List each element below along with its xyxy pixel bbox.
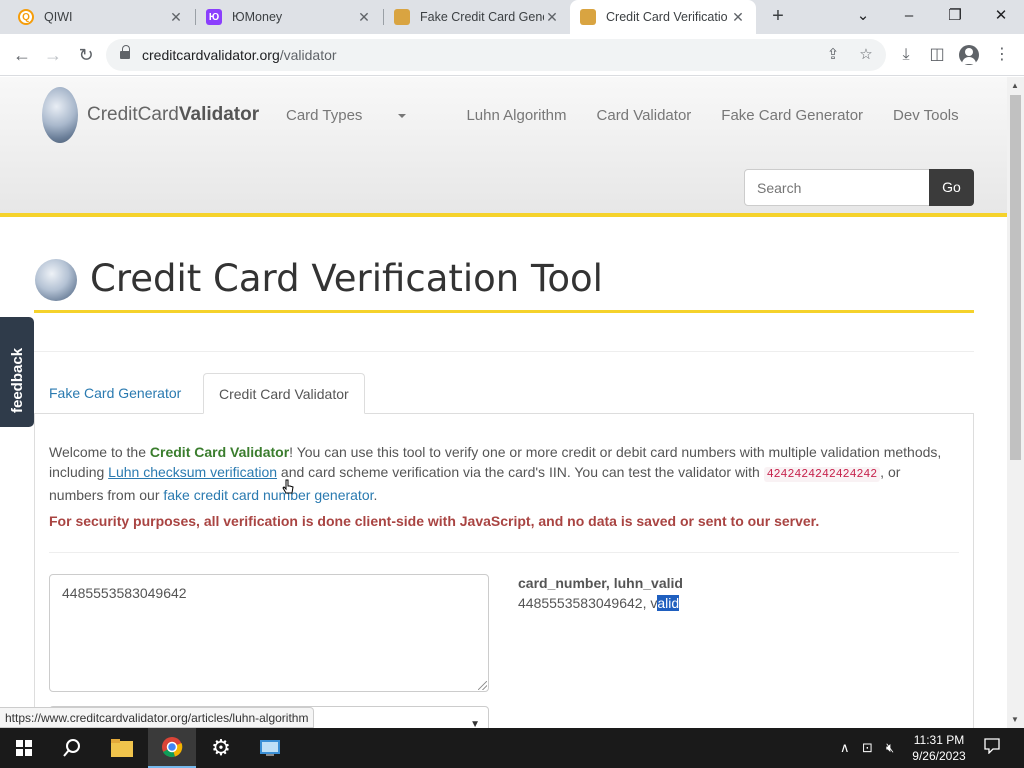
site-logo[interactable]: CreditCardValidator <box>87 104 259 126</box>
search-icon[interactable] <box>48 728 96 768</box>
more-menu-icon[interactable]: ⋮ <box>992 45 1012 65</box>
globe-logo-icon[interactable] <box>42 87 78 143</box>
restore-button[interactable]: ❐ <box>932 0 978 34</box>
tab-fake-card-generator[interactable]: Fake Card Generator <box>34 373 196 414</box>
tab-qiwi[interactable]: Q QIWI ✕ <box>8 0 194 34</box>
browser-tab-strip: Q QIWI ✕ Ю ЮMoney ✕ Fake Credit Card Gen… <box>0 0 1024 34</box>
minimize-button[interactable]: – <box>886 0 932 34</box>
intro-bold-name: Credit Card Validator <box>149 444 290 460</box>
file-explorer-icon[interactable] <box>98 728 146 768</box>
site-header: CreditCardValidator Card Types Luhn Algo… <box>0 77 1007 217</box>
card-favicon-icon <box>580 9 596 25</box>
web-page: CreditCardValidator Card Types Luhn Algo… <box>0 77 1007 728</box>
browser-toolbar: ← → ↻ creditcardvalidator.org/validator … <box>0 34 1024 76</box>
site-search-input[interactable] <box>744 169 930 206</box>
chrome-taskbar-icon[interactable] <box>148 728 196 768</box>
nav-luhn-algorithm[interactable]: Luhn Algorithm <box>466 107 566 124</box>
security-notice: For security purposes, all verification … <box>49 513 820 529</box>
close-tab-icon[interactable]: ✕ <box>544 9 560 26</box>
scroll-up-arrow-icon[interactable]: ▲ <box>1011 81 1019 90</box>
tab-title: QIWI <box>44 10 73 24</box>
share-icon[interactable]: ⇪ <box>824 46 842 64</box>
caret-down-icon <box>398 114 407 119</box>
search-go-button[interactable]: Go <box>929 169 974 206</box>
tab-title: ЮMoney <box>232 10 283 24</box>
page-scrollbar[interactable]: ▲ ▼ <box>1007 77 1024 728</box>
back-arrow-icon[interactable]: ← <box>9 42 35 68</box>
tab-title: Fake Credit Card Gene <box>420 10 544 24</box>
notification-icon[interactable] <box>984 738 1000 757</box>
divider <box>49 552 959 553</box>
resize-handle-icon[interactable] <box>478 681 487 690</box>
status-bar-url: https://www.creditcardvalidator.org/arti… <box>0 707 315 728</box>
bookmark-star-icon[interactable]: ☆ <box>857 46 875 64</box>
result-row[interactable]: 4485553583049642, valid <box>518 595 680 611</box>
start-button[interactable] <box>0 728 48 768</box>
close-window-button[interactable]: ✕ <box>978 0 1024 34</box>
hand-cursor-icon <box>282 479 294 494</box>
forward-arrow-icon[interactable]: → <box>40 42 66 68</box>
system-clock[interactable]: 11:31 PM 9/26/2023 <box>908 732 970 764</box>
windows-taskbar: ⚙ ∧ ⊡ 🔇︎ 11:31 PM 9/26/2023 <box>0 728 1024 768</box>
lock-icon <box>120 45 130 60</box>
network-icon[interactable]: ⊡ <box>862 740 873 756</box>
card-favicon-icon <box>394 9 410 25</box>
card-numbers-textarea[interactable]: 4485553583049642 <box>49 574 489 692</box>
title-underline <box>34 310 974 313</box>
download-icon[interactable]: ⤓ <box>896 45 916 65</box>
scroll-down-arrow-icon[interactable]: ▼ <box>1011 715 1019 724</box>
test-card-number: 4242424242424242 <box>763 467 881 482</box>
feedback-button[interactable]: feedback <box>0 317 34 427</box>
close-tab-icon[interactable]: ✕ <box>730 9 746 26</box>
address-bar[interactable]: creditcardvalidator.org/validator ⇪ ☆ <box>106 39 886 71</box>
nav-card-types[interactable]: Card Types <box>286 107 436 124</box>
chevron-up-icon[interactable]: ∧ <box>840 740 850 756</box>
windows-logo-icon <box>16 740 32 756</box>
globe-title-icon <box>35 259 77 301</box>
tab-credit-card-verification[interactable]: Credit Card Verificatio ✕ <box>570 0 756 34</box>
tab-fake-card-generator[interactable]: Fake Credit Card Gene ✕ <box>384 0 570 34</box>
profile-avatar-icon[interactable] <box>959 45 979 65</box>
qiwi-favicon-icon: Q <box>18 9 34 25</box>
new-tab-button[interactable]: + <box>766 4 790 28</box>
selected-text: alid <box>657 595 680 611</box>
control-panel-icon[interactable] <box>246 728 294 768</box>
chevron-down-icon: ▼ <box>470 719 480 728</box>
intro-paragraph: Welcome to the Credit Card Validator! Yo… <box>49 444 942 503</box>
main-nav: Card Types Luhn Algorithm Card Validator… <box>286 107 989 124</box>
close-tab-icon[interactable]: ✕ <box>168 9 184 26</box>
close-tab-icon[interactable]: ✕ <box>356 9 372 26</box>
settings-gear-icon[interactable]: ⚙ <box>197 728 245 768</box>
tab-title: Credit Card Verificatio <box>606 10 728 24</box>
nav-card-validator[interactable]: Card Validator <box>597 107 692 124</box>
scrollbar-thumb[interactable] <box>1010 95 1021 460</box>
fake-generator-link[interactable]: fake credit card number generator <box>163 487 373 503</box>
luhn-checksum-link[interactable]: Luhn checksum verification <box>108 464 277 480</box>
side-panel-icon[interactable]: ◫ <box>927 45 947 65</box>
reload-icon[interactable]: ↻ <box>73 42 99 68</box>
page-title: Credit Card Verification Tool <box>90 257 603 300</box>
volume-muted-icon[interactable]: 🔇︎ <box>886 740 894 756</box>
tab-yumoney[interactable]: Ю ЮMoney ✕ <box>196 0 382 34</box>
tab-credit-card-validator[interactable]: Credit Card Validator <box>203 373 365 414</box>
results-header: card_number, luhn_valid <box>518 575 683 591</box>
divider <box>34 351 974 352</box>
nav-fake-card-generator[interactable]: Fake Card Generator <box>721 107 863 124</box>
url-text: creditcardvalidator.org/validator <box>142 47 337 63</box>
nav-dev-tools[interactable]: Dev Tools <box>893 107 959 124</box>
yumoney-favicon-icon: Ю <box>206 9 222 25</box>
tab-search-chevron-icon[interactable]: ⌄ <box>840 0 886 34</box>
